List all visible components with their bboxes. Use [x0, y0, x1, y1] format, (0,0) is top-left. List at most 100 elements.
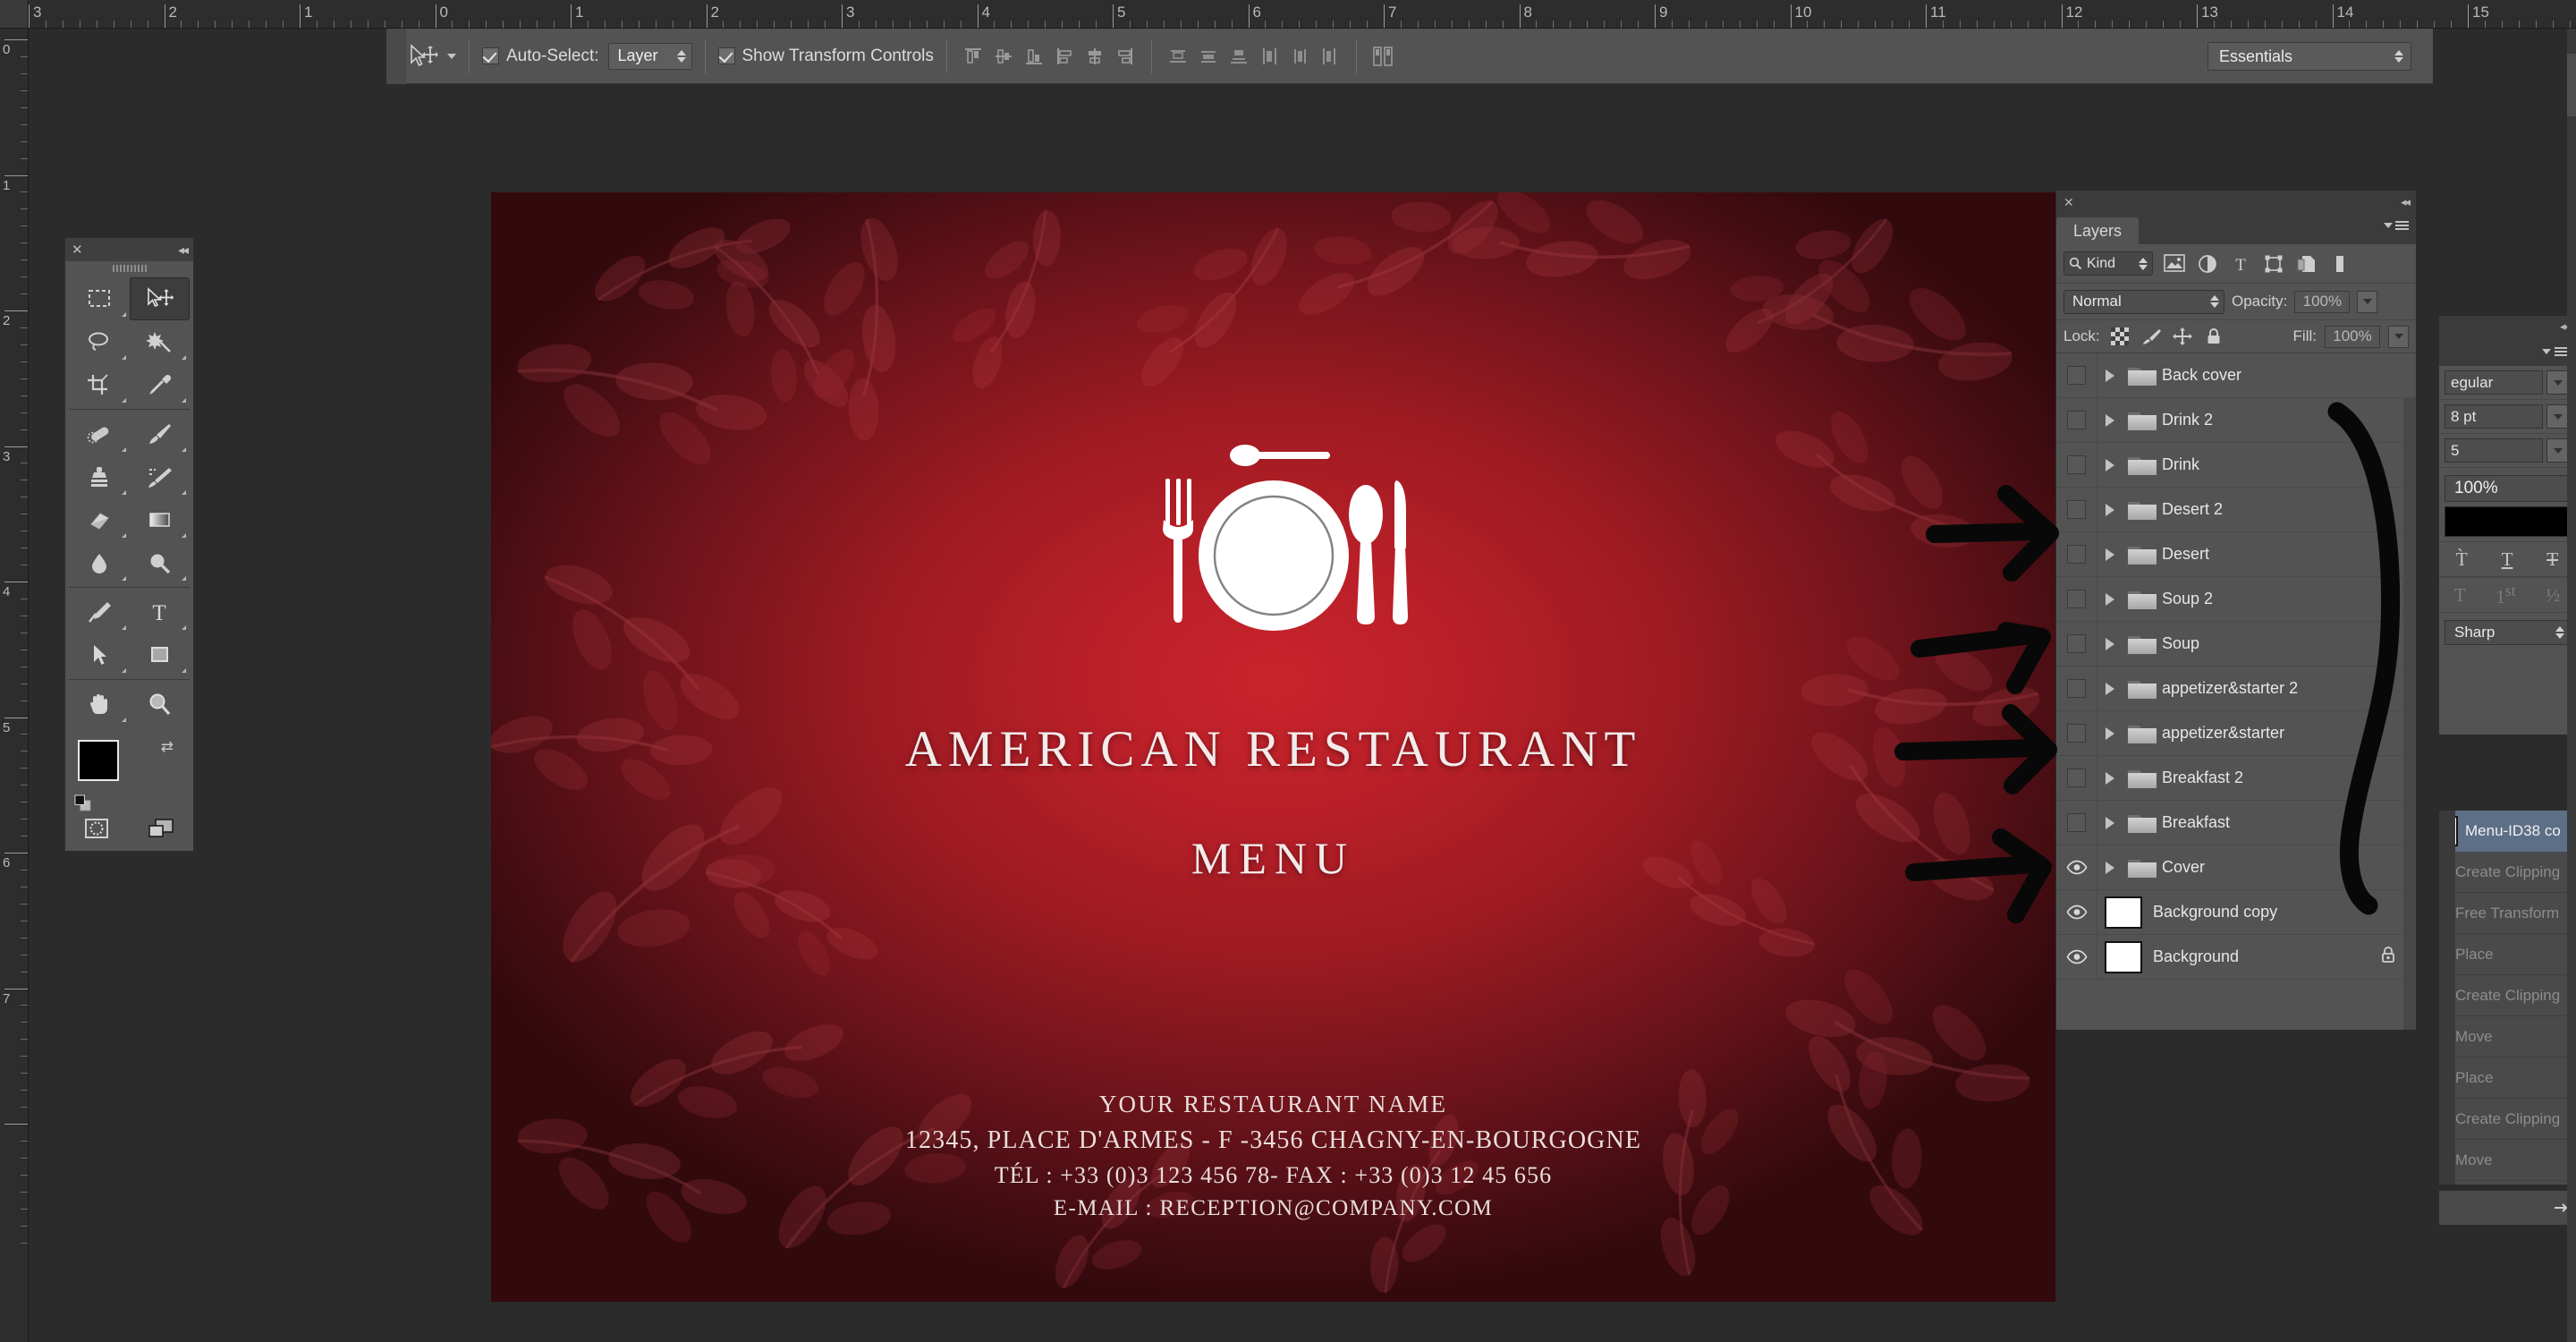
- default-colors-icon[interactable]: [74, 794, 91, 811]
- collapsed-panel-tab[interactable]: [2567, 54, 2576, 116]
- history-selected-state[interactable]: Menu-ID38 co: [2439, 811, 2575, 852]
- layer-row[interactable]: Drink 2: [2056, 398, 2416, 443]
- horizontal-type-tool[interactable]: T: [130, 590, 191, 633]
- opacity-input[interactable]: 100%: [2294, 290, 2351, 313]
- layer-row[interactable]: Desert: [2056, 532, 2416, 577]
- layer-visibility-toggle[interactable]: [2056, 488, 2097, 531]
- tools-panel-header[interactable]: ✕ ◂◂: [65, 238, 193, 261]
- layer-row[interactable]: Drink: [2056, 443, 2416, 488]
- collapse-icon[interactable]: ◂◂: [2401, 195, 2411, 209]
- layer-row[interactable]: Soup: [2056, 622, 2416, 667]
- layers-panel-titlebar[interactable]: ✕ ◂◂: [2056, 191, 2416, 214]
- group-expand-arrow[interactable]: [2097, 637, 2123, 650]
- lock-all-button[interactable]: [2202, 326, 2225, 347]
- align-horizontal-centers-button[interactable]: [1081, 43, 1108, 70]
- history-brush-tool[interactable]: [130, 455, 191, 498]
- layer-row[interactable]: Background: [2056, 935, 2416, 980]
- smart-object-filter-icon[interactable]: [2295, 252, 2318, 276]
- layer-visibility-toggle[interactable]: [2056, 935, 2097, 979]
- distribute-horizontal-centers-button[interactable]: [1286, 43, 1313, 70]
- layer-list[interactable]: Back cover Drink 2 Drink Desert 2 Desert Soup…: [2056, 353, 2416, 980]
- strikethrough-icon[interactable]: T: [2546, 548, 2558, 571]
- swap-colors-icon[interactable]: ⇄: [161, 738, 174, 756]
- gradient-tool[interactable]: [130, 498, 191, 541]
- group-expand-arrow[interactable]: [2097, 816, 2123, 829]
- layer-visibility-toggle[interactable]: [2056, 532, 2097, 576]
- collapse-icon[interactable]: ◂◂: [178, 242, 189, 258]
- layer-visibility-toggle[interactable]: [2056, 667, 2097, 710]
- brush-tool[interactable]: [130, 412, 191, 455]
- foreground-color-swatch[interactable]: [78, 740, 119, 781]
- options-bar-gripper[interactable]: [386, 29, 406, 84]
- rectangle-tool[interactable]: [130, 633, 191, 676]
- layer-row[interactable]: appetizer&starter 2: [2056, 667, 2416, 711]
- hamburger-icon[interactable]: [2555, 347, 2568, 356]
- group-expand-arrow[interactable]: [2097, 413, 2123, 427]
- auto-select-scope-dropdown[interactable]: Layer: [607, 42, 692, 70]
- horizontal-ruler[interactable]: 3 2 1 0 1 2 3 4 5 6 7 8 9 10 11 12 13 14 15: [0, 0, 2576, 29]
- group-expand-arrow[interactable]: [2097, 369, 2123, 382]
- opacity-slider-button[interactable]: [2357, 290, 2378, 313]
- align-top-edges-button[interactable]: [960, 43, 987, 70]
- align-bottom-edges-button[interactable]: [1021, 43, 1047, 70]
- blend-mode-dropdown[interactable]: Normal: [2063, 289, 2224, 314]
- distribute-right-edges-button[interactable]: [1317, 43, 1343, 70]
- align-left-edges-button[interactable]: [1051, 43, 1078, 70]
- close-icon[interactable]: ✕: [72, 243, 83, 257]
- fill-slider-button[interactable]: [2388, 325, 2409, 348]
- tools-panel-grip[interactable]: [65, 261, 193, 276]
- layers-scrollbar[interactable]: [2403, 398, 2416, 1030]
- antialias-dropdown[interactable]: Sharp: [2445, 620, 2570, 645]
- distribute-left-edges-button[interactable]: [1256, 43, 1283, 70]
- standard-ligatures-icon[interactable]: T: [2454, 584, 2466, 607]
- font-style-input[interactable]: egular: [2445, 370, 2543, 395]
- pen-tool[interactable]: [69, 590, 130, 633]
- rectangular-marquee-tool[interactable]: [69, 277, 130, 320]
- pixel-layers-filter-icon[interactable]: [2163, 252, 2186, 276]
- history-item[interactable]: Move: [2439, 1016, 2575, 1057]
- layer-row[interactable]: Breakfast 2: [2056, 756, 2416, 801]
- layer-row[interactable]: Cover: [2056, 845, 2416, 890]
- layer-row[interactable]: Soup 2: [2056, 577, 2416, 622]
- group-expand-arrow[interactable]: [2097, 771, 2123, 785]
- vertical-ruler[interactable]: 0 1 2 3 4 5 6 7: [0, 29, 29, 1342]
- auto-select-checkbox[interactable]: [482, 47, 499, 64]
- layer-visibility-toggle[interactable]: [2056, 845, 2097, 889]
- group-expand-arrow[interactable]: [2097, 548, 2123, 561]
- history-list[interactable]: Create Clipping Free Transform Place Create…: [2439, 852, 2575, 1181]
- filter-toggle-icon[interactable]: [2328, 252, 2351, 276]
- document-canvas[interactable]: AMERICAN RESTAURANT MENU YOUR RESTAURANT…: [491, 192, 2055, 1302]
- blur-tool[interactable]: [69, 541, 130, 584]
- magic-wand-tool[interactable]: [130, 320, 191, 363]
- panel-bottom-strip[interactable]: [2438, 1190, 2576, 1226]
- layer-row[interactable]: Background copy: [2056, 890, 2416, 935]
- right-dock-strip[interactable]: [2567, 29, 2576, 1342]
- layer-visibility-toggle[interactable]: [2056, 801, 2097, 845]
- tool-preset-picker[interactable]: [408, 43, 456, 70]
- layer-visibility-toggle[interactable]: [2056, 756, 2097, 800]
- align-vertical-centers-button[interactable]: [990, 43, 1017, 70]
- lock-transparent-pixels-button[interactable]: [2108, 326, 2131, 347]
- layer-row[interactable]: Desert 2: [2056, 488, 2416, 532]
- lasso-tool[interactable]: [69, 320, 130, 363]
- history-item[interactable]: Create Clipping: [2439, 1099, 2575, 1140]
- layer-visibility-toggle[interactable]: [2056, 443, 2097, 487]
- group-expand-arrow[interactable]: [2097, 503, 2123, 516]
- history-panel[interactable]: Menu-ID38 co Create Clipping Free Transfo…: [2438, 810, 2576, 1185]
- layer-visibility-toggle[interactable]: [2056, 711, 2097, 755]
- font-size-input[interactable]: 8 pt: [2445, 404, 2543, 429]
- crop-tool[interactable]: [69, 363, 130, 406]
- ruler-origin-corner[interactable]: [0, 0, 29, 28]
- dodge-tool[interactable]: [130, 541, 191, 584]
- text-color-swatch[interactable]: [2445, 506, 2570, 537]
- leading-input[interactable]: 5: [2445, 438, 2543, 463]
- small-caps-icon[interactable]: T̀: [2456, 548, 2468, 571]
- tab-layers[interactable]: Layers: [2056, 217, 2140, 244]
- ordinals-icon[interactable]: 1st: [2496, 582, 2515, 608]
- group-expand-arrow[interactable]: [2097, 458, 2123, 471]
- shape-layers-filter-icon[interactable]: [2262, 252, 2285, 276]
- layer-row[interactable]: Breakfast: [2056, 801, 2416, 845]
- layer-row[interactable]: appetizer&starter: [2056, 711, 2416, 756]
- filter-kind-dropdown[interactable]: Kind: [2063, 251, 2153, 276]
- auto-align-layers-button[interactable]: [1369, 43, 1396, 70]
